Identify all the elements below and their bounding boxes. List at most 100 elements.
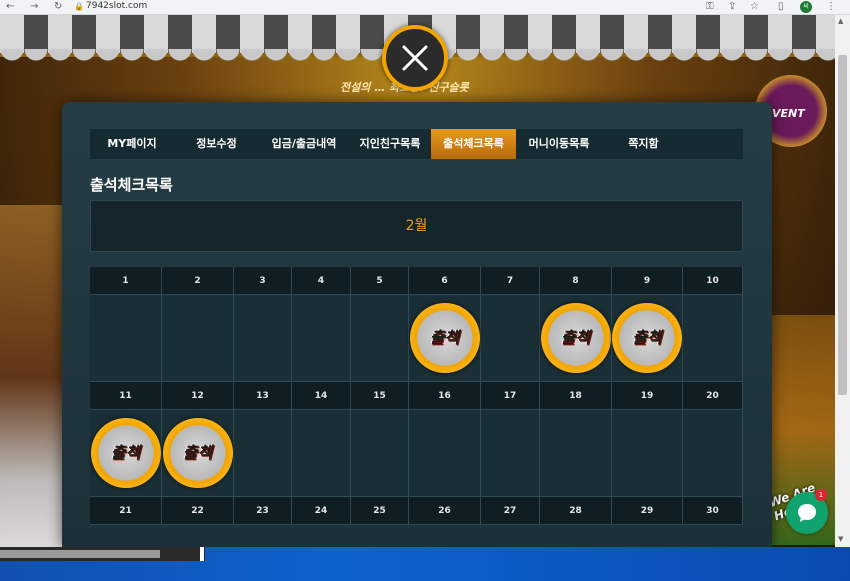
calendar-day-number: 24 — [292, 497, 351, 525]
page-scrollbar[interactable]: ▲ ▼ — [835, 15, 850, 547]
calendar-day-cell: 출첵 — [162, 410, 234, 497]
calendar-day-number: 17 — [481, 382, 540, 410]
calendar-date-row: 1 2 3 4 5 6 7 8 9 10 — [90, 267, 743, 295]
calendar-day-number: 7 — [481, 267, 540, 295]
calendar-day-number: 9 — [612, 267, 683, 295]
tab-3[interactable]: 입금/출금내역 — [259, 129, 349, 159]
calendar-day-cell — [292, 410, 351, 497]
attendance-stamp-label: 출첵 — [429, 328, 460, 347]
section-title: 출석체크목록 — [90, 176, 173, 194]
calendar-day-number: 30 — [683, 497, 743, 525]
attendance-stamp-icon: 출첵 — [540, 303, 611, 373]
calendar-day-cell — [90, 295, 162, 382]
calendar-day-cell — [234, 410, 292, 497]
back-arrow-icon[interactable]: ← — [6, 0, 14, 14]
tab-4[interactable]: 지인친구목록 — [349, 129, 431, 159]
scroll-thumb[interactable] — [838, 55, 847, 395]
calendar-day-cell — [162, 295, 234, 382]
horizontal-scroll-end — [200, 547, 204, 561]
tab-2[interactable]: 정보수정 — [174, 129, 259, 159]
scroll-down-icon[interactable]: ▼ — [838, 535, 843, 543]
calendar-day-number: 11 — [90, 382, 162, 410]
calendar-day-number: 25 — [351, 497, 409, 525]
calendar-day-cell: 출첵 — [90, 410, 162, 497]
calendar-day-number: 12 — [162, 382, 234, 410]
chat-bubble-icon — [798, 504, 816, 522]
calendar-day-number: 15 — [351, 382, 409, 410]
attendance-stamp-icon: 출첵 — [90, 418, 161, 488]
character-illustration-left — [0, 205, 70, 547]
attendance-stamp-label: 출첵 — [632, 328, 662, 347]
calendar-day-number: 18 — [540, 382, 612, 410]
tab-7[interactable]: 쪽지함 — [602, 129, 685, 159]
calendar-day-number: 16 — [409, 382, 481, 410]
reload-icon[interactable]: ↻ — [54, 0, 62, 14]
calendar-stamp-row: 출첵 출첵 — [90, 410, 743, 497]
menu-dots-icon[interactable]: ⋮ — [826, 0, 836, 14]
share-icon[interactable]: ⇪ — [728, 0, 736, 14]
calendar-day-number: 5 — [351, 267, 409, 295]
calendar-day-number: 22 — [162, 497, 234, 525]
calendar-day-number: 3 — [234, 267, 292, 295]
horizontal-scrollbar[interactable] — [0, 547, 205, 561]
tab-1[interactable]: MY페이지 — [90, 129, 174, 159]
calendar-day-cell: 출첵 — [540, 295, 612, 382]
horizontal-scroll-thumb[interactable] — [0, 550, 160, 558]
calendar-day-number: 20 — [683, 382, 743, 410]
calendar-date-row: 11 12 13 14 15 16 17 18 19 20 — [90, 382, 743, 410]
calendar-stamp-row: 출첵 출첵 출첵 — [90, 295, 743, 382]
modal-tabs: MY페이지 정보수정 입금/출금내역 지인친구목록 출석체크목록 머니이동목록 쪽지함 — [90, 129, 743, 159]
month-label: 2월 — [90, 200, 743, 252]
calendar-day-cell — [481, 410, 540, 497]
calendar-day-cell — [481, 295, 540, 382]
forward-arrow-icon[interactable]: → — [30, 0, 38, 14]
calendar-day-number: 29 — [612, 497, 683, 525]
profile-avatar[interactable]: 씨 — [800, 1, 812, 13]
calendar-day-number: 27 — [481, 497, 540, 525]
mypage-modal: MY페이지 정보수정 입금/출금내역 지인친구목록 출석체크목록 머니이동목록 쪽지함 출석… — [62, 102, 772, 547]
attendance-stamp-icon: 출첵 — [162, 418, 233, 488]
lock-icon[interactable]: 🔒 — [74, 0, 84, 14]
calendar-day-cell: 출첵 — [409, 295, 481, 382]
key-icon[interactable]: ⚿ — [706, 0, 714, 14]
calendar-day-number: 8 — [540, 267, 612, 295]
calendar-day-number: 14 — [292, 382, 351, 410]
address-bar[interactable]: 7942slot.com — [86, 0, 147, 13]
calendar-day-cell — [409, 410, 481, 497]
calendar-day-cell — [683, 410, 743, 497]
browser-toolbar: ← → ↻ 🔒 7942slot.com ⚿ ⇪ ☆ ▯ 씨 ⋮ — [0, 0, 850, 15]
attendance-stamp-label: 출첵 — [110, 443, 141, 462]
attendance-stamp-label: 출첵 — [560, 328, 591, 347]
calendar-day-cell — [292, 295, 351, 382]
calendar-day-number: 13 — [234, 382, 292, 410]
sidepanel-icon[interactable]: ▯ — [778, 0, 784, 14]
calendar-day-number: 4 — [292, 267, 351, 295]
calendar-day-number: 23 — [234, 497, 292, 525]
tab-6[interactable]: 머니이동목록 — [516, 129, 602, 159]
close-button[interactable] — [382, 25, 448, 91]
calendar-day-number: 10 — [683, 267, 743, 295]
calendar-day-cell — [351, 410, 409, 497]
attendance-stamp-icon: 출첵 — [409, 303, 480, 373]
calendar-day-cell — [683, 295, 743, 382]
attendance-stamp-icon: 출첵 — [612, 303, 682, 373]
attendance-stamp-label: 출첵 — [182, 443, 213, 462]
calendar-day-cell — [351, 295, 409, 382]
calendar-day-number: 26 — [409, 497, 481, 525]
tab-5[interactable]: 출석체크목록 — [431, 129, 516, 159]
calendar-day-number: 6 — [409, 267, 481, 295]
calendar-day-number: 2 — [162, 267, 234, 295]
calendar-day-number: 21 — [90, 497, 162, 525]
attendance-calendar: 1 2 3 4 5 6 7 8 9 10 출첵 출첵 출첵 11 12 13 14 15 16 17 18 19 20 출첵 출… — [90, 267, 743, 525]
calendar-day-number: 28 — [540, 497, 612, 525]
calendar-day-cell — [234, 295, 292, 382]
calendar-day-number: 19 — [612, 382, 683, 410]
calendar-day-cell — [612, 410, 683, 497]
event-badge-label: VENT — [772, 107, 805, 120]
star-icon[interactable]: ☆ — [750, 0, 759, 14]
chat-notification-badge: 1 — [815, 489, 827, 501]
calendar-day-cell — [540, 410, 612, 497]
calendar-date-row: 21 22 23 24 25 26 27 28 29 30 — [90, 497, 743, 525]
calendar-day-number: 1 — [90, 267, 162, 295]
scroll-up-icon[interactable]: ▲ — [838, 17, 843, 25]
